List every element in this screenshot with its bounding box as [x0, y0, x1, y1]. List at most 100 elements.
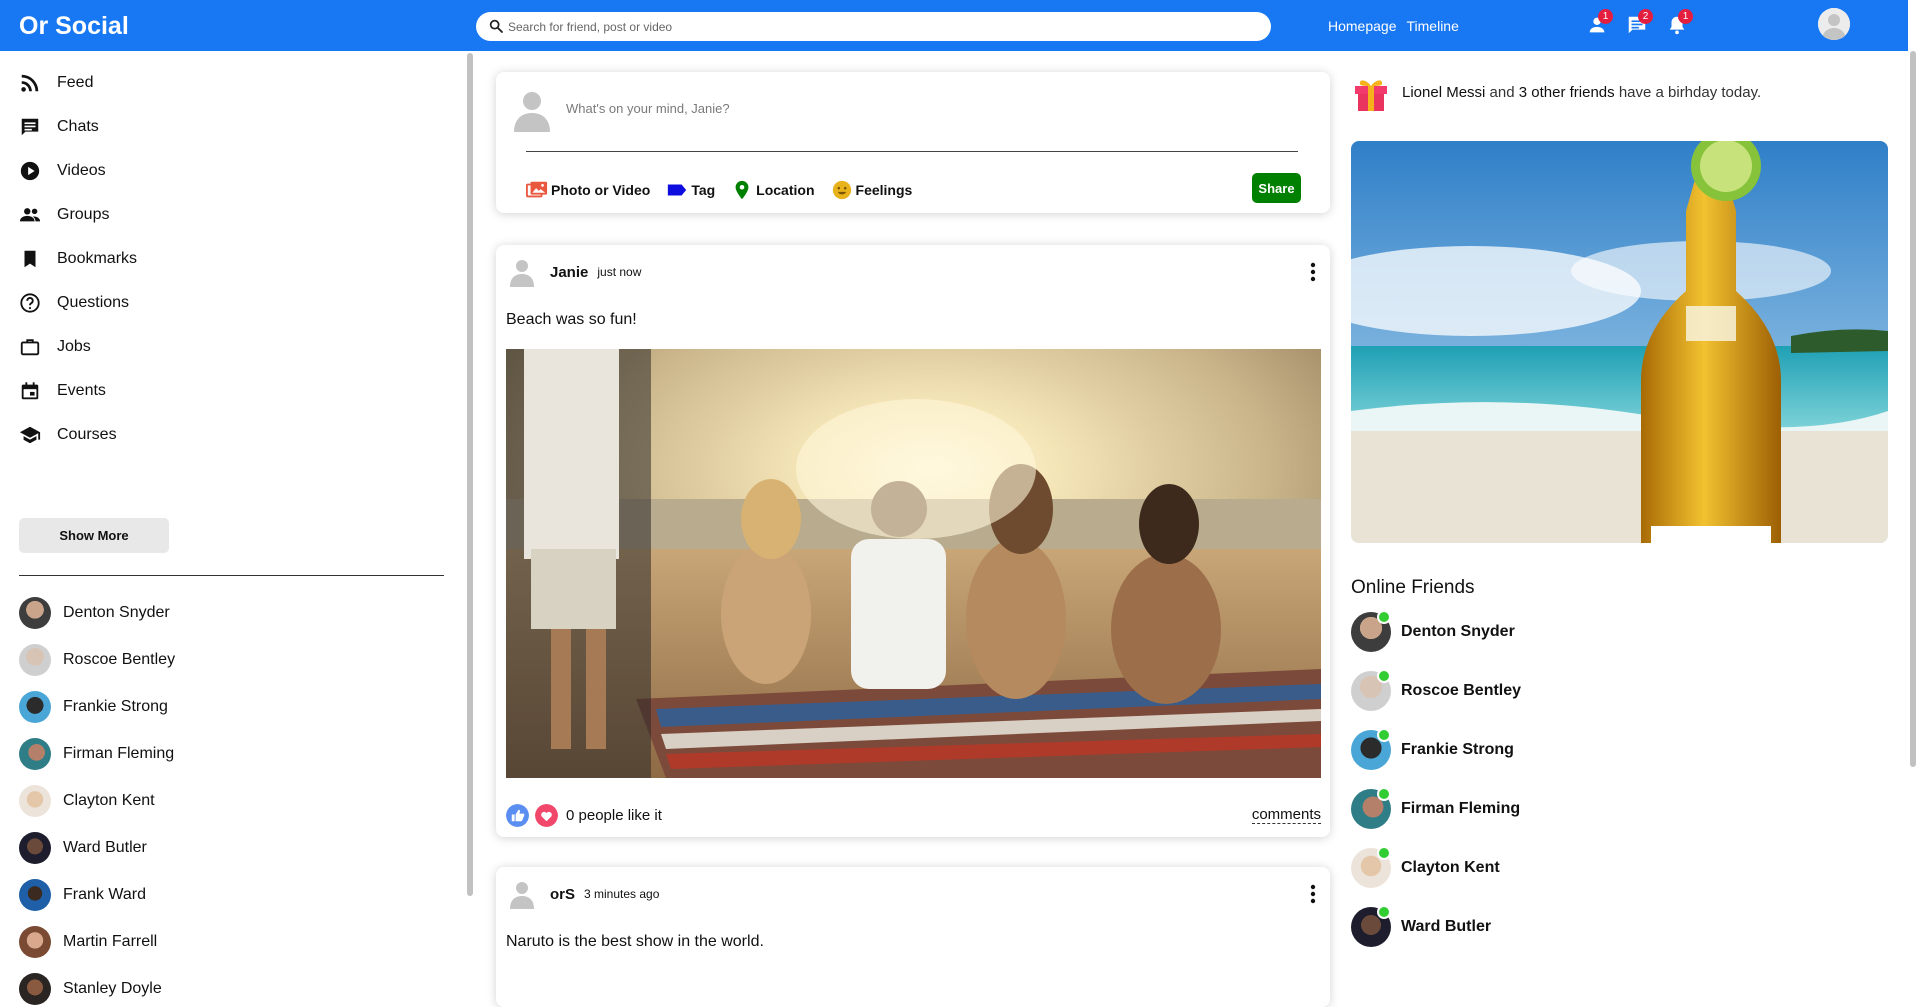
- online-friend-item[interactable]: Ward Butler: [1351, 905, 1491, 947]
- post-header: Janie just now: [510, 257, 641, 287]
- avatar: [19, 879, 51, 911]
- online-friend-item[interactable]: Firman Fleming: [1351, 787, 1521, 829]
- friend-list-item[interactable]: Firman Fleming: [19, 738, 174, 770]
- birthday-notice: Lionel Messi and 3 other friends have a …: [1352, 72, 1761, 112]
- online-status-dot: [1377, 728, 1391, 742]
- sidebar-item-feed[interactable]: Feed: [19, 68, 93, 98]
- avatar: [19, 644, 51, 676]
- search-input[interactable]: [508, 16, 1248, 37]
- bookmark-icon: [24, 250, 36, 268]
- friend-list-item[interactable]: Martin Farrell: [19, 926, 157, 958]
- sidebar-item-courses[interactable]: Courses: [19, 420, 117, 450]
- sidebar-item-questions[interactable]: Questions: [19, 288, 129, 318]
- online-status-dot: [1377, 846, 1391, 860]
- user-placeholder-icon[interactable]: [510, 257, 534, 287]
- location-pin-icon: [735, 180, 749, 200]
- notifications-button[interactable]: 1: [1666, 9, 1693, 36]
- photo-icon: [526, 181, 548, 198]
- gift-icon: [1355, 80, 1387, 111]
- search-bar[interactable]: [476, 12, 1271, 41]
- timeline-link[interactable]: Timeline: [1407, 18, 1459, 34]
- top-bar: Or Social Homepage Timeline 1 2 1: [0, 0, 1908, 51]
- online-status-dot: [1377, 610, 1391, 624]
- sidebar-item-label: Feed: [57, 74, 94, 91]
- friend-list-item[interactable]: Frankie Strong: [19, 691, 168, 723]
- online-status-dot: [1377, 669, 1391, 683]
- sidebar-item-groups[interactable]: Groups: [19, 200, 109, 230]
- sidebar-item-label: Events: [57, 382, 106, 399]
- avatar: [19, 926, 51, 958]
- sidebar-item-videos[interactable]: Videos: [19, 156, 106, 186]
- online-friend-item[interactable]: Denton Snyder: [1351, 610, 1515, 652]
- friend-list-item[interactable]: Frank Ward: [19, 879, 146, 911]
- more-vert-icon[interactable]: [1304, 883, 1322, 905]
- post-footer: 0 people like it comments: [506, 803, 1321, 827]
- friend-requests-button[interactable]: 1: [1586, 9, 1613, 36]
- friend-list-item[interactable]: Denton Snyder: [19, 597, 170, 629]
- online-friend-name: Firman Fleming: [1401, 800, 1521, 817]
- top-nav-links: Homepage Timeline: [1328, 18, 1459, 34]
- sidebar-item-label: Bookmarks: [57, 250, 138, 267]
- birthday-others[interactable]: 3 other friends: [1519, 84, 1615, 101]
- heart-icon[interactable]: [535, 803, 558, 827]
- sidebar-item-bookmarks[interactable]: Bookmarks: [19, 244, 137, 274]
- birthday-name[interactable]: Lionel Messi: [1402, 84, 1485, 101]
- online-friend-item[interactable]: Clayton Kent: [1351, 846, 1500, 888]
- tag-option[interactable]: Tag: [666, 179, 715, 201]
- online-friend-item[interactable]: Frankie Strong: [1351, 728, 1514, 770]
- avatar: [19, 691, 51, 723]
- left-sidebar: Feed Chats Videos Groups Bookmarks Quest…: [0, 51, 466, 1005]
- sidebar-item-events[interactable]: Events: [19, 376, 106, 406]
- post-author[interactable]: Janie: [550, 264, 588, 281]
- school-icon: [19, 426, 41, 444]
- online-friend-name: Clayton Kent: [1401, 859, 1500, 876]
- friend-list-item[interactable]: Ward Butler: [19, 832, 147, 864]
- avatar: [1351, 610, 1391, 652]
- tag-icon: [668, 184, 687, 196]
- share-input[interactable]: [566, 98, 1266, 118]
- avatar: [19, 597, 51, 629]
- like-icon[interactable]: [506, 803, 529, 827]
- user-placeholder-icon[interactable]: [510, 879, 534, 909]
- birthday-connector: and: [1489, 83, 1515, 101]
- online-friend-name: Roscoe Bentley: [1401, 682, 1522, 699]
- calendar-icon: [21, 382, 39, 400]
- chat-icon: [21, 118, 39, 136]
- feelings-option[interactable]: Feelings: [831, 179, 912, 201]
- post-author[interactable]: orS: [550, 886, 575, 903]
- profile-avatar[interactable]: [1818, 8, 1850, 40]
- friend-list-item[interactable]: Roscoe Bentley: [19, 644, 175, 676]
- avatar: [1351, 846, 1391, 888]
- messages-badge: 2: [1638, 9, 1653, 24]
- top-icons: 1 2 1: [1586, 9, 1693, 36]
- tag-label: Tag: [691, 182, 716, 198]
- messages-button[interactable]: 2: [1626, 9, 1653, 36]
- notifications-badge: 1: [1678, 9, 1693, 24]
- avatar: [1351, 669, 1391, 711]
- friend-list-item[interactable]: Stanley Doyle: [19, 973, 162, 1005]
- app-logo[interactable]: Or Social: [19, 12, 129, 41]
- share-divider: [526, 151, 1298, 152]
- friend-name: Denton Snyder: [63, 604, 170, 621]
- post-image[interactable]: [506, 349, 1321, 778]
- post-card: Janie just now Beach was so fun! 0 peopl…: [496, 245, 1330, 837]
- more-vert-icon[interactable]: [1304, 261, 1322, 283]
- sidebar-item-chats[interactable]: Chats: [19, 112, 99, 142]
- photo-video-option[interactable]: Photo or Video: [526, 179, 650, 201]
- online-friend-item[interactable]: Roscoe Bentley: [1351, 669, 1522, 711]
- comments-link[interactable]: comments: [1251, 806, 1321, 824]
- search-icon: [489, 19, 503, 33]
- share-button[interactable]: Share: [1252, 173, 1301, 203]
- online-friend-name: Frankie Strong: [1401, 741, 1514, 758]
- homepage-link[interactable]: Homepage: [1328, 18, 1397, 34]
- play-circle-icon: [20, 161, 40, 181]
- show-more-button[interactable]: Show More: [19, 518, 169, 553]
- advertisement-image[interactable]: [1351, 141, 1888, 543]
- location-option[interactable]: Location: [731, 179, 815, 201]
- page-scrollbar[interactable]: [1910, 51, 1916, 767]
- sidebar-item-jobs[interactable]: Jobs: [19, 332, 91, 362]
- post-text: Beach was so fun!: [506, 311, 637, 328]
- friend-list-item[interactable]: Clayton Kent: [19, 785, 155, 817]
- avatar-placeholder-icon: [1818, 8, 1850, 40]
- sidebar-scrollbar[interactable]: [467, 53, 473, 896]
